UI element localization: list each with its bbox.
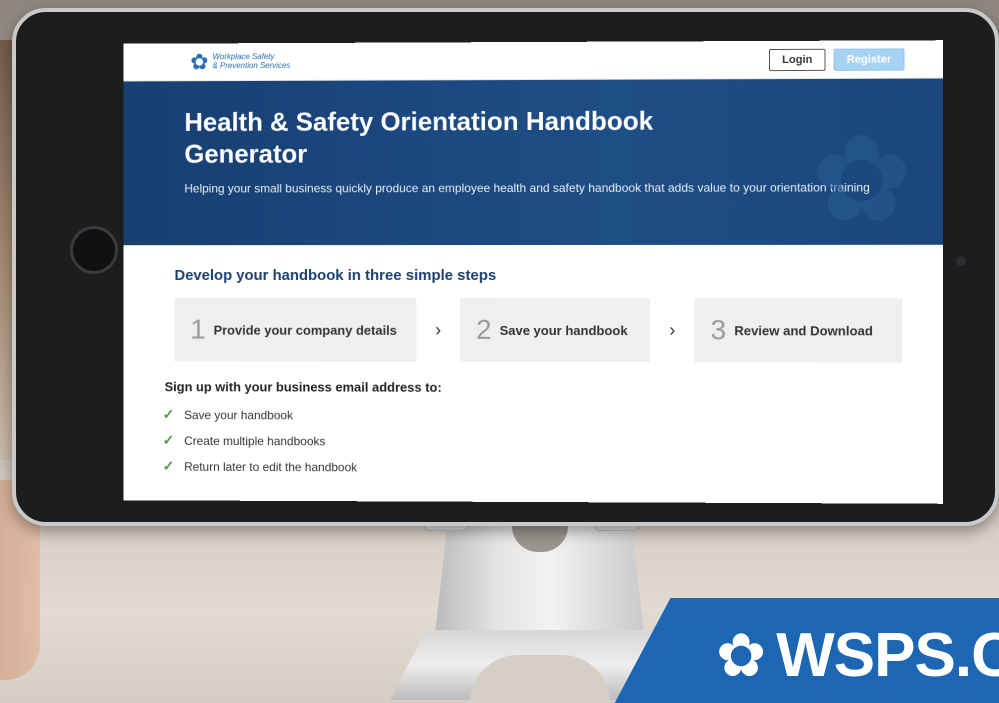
step-1[interactable]: 1 Provide your company details [174,297,417,362]
page-title: Health & Safety Orientation Handbook Gen… [184,105,654,169]
list-item: ✓ Return later to edit the handbook [163,458,943,478]
step-label: Review and Download [734,322,873,338]
trillium-watermark-icon: ✿ [810,111,913,246]
list-item: ✓ Create multiple handbooks [163,432,943,451]
checkmark-icon: ✓ [162,457,175,474]
checkmark-icon: ✓ [162,431,175,448]
brand-banner-content: ✿ WSPS.C [716,625,999,687]
step-2[interactable]: 2 Save your handbook [460,297,651,363]
tablet-screen: ✿ Workplace Safety & Prevention Services… [123,40,944,504]
checkmark-icon: ✓ [162,406,175,422]
chevron-right-icon: › [669,319,676,340]
trillium-logo-icon: ✿ [716,622,767,689]
brand-url: WSPS.C [776,621,999,690]
login-button[interactable]: Login [769,48,826,71]
steps-heading: Develop your handbook in three simple st… [174,267,497,284]
tablet-home-button[interactable] [70,226,118,274]
tablet-device: ✿ Workplace Safety & Prevention Services… [12,8,999,526]
top-navigation: ✿ Workplace Safety & Prevention Services… [123,40,944,82]
main-content: Develop your handbook in three simple st… [123,245,943,478]
hero-banner: ✿ Health & Safety Orientation Handbook G… [123,78,944,246]
trillium-logo-icon: ✿ [190,48,209,74]
tablet-camera [956,256,966,266]
benefits-list: ✓ Save your handbook ✓ Create multiple h… [163,406,943,478]
chevron-right-icon: › [435,319,442,340]
benefit-text: Create multiple handbooks [184,433,326,448]
step-number: 2 [476,313,492,345]
wsps-logo[interactable]: ✿ Workplace Safety & Prevention Services [190,48,291,74]
step-3[interactable]: 3 Review and Download [694,298,903,363]
steps-list: 1 Provide your company details › 2 Save … [174,297,944,363]
step-number: 3 [710,314,727,346]
step-label: Save your handbook [499,322,628,338]
signup-heading: Sign up with your business email address… [164,379,442,395]
list-item: ✓ Save your handbook [163,406,943,425]
benefit-text: Save your handbook [184,407,293,422]
page-subtitle: Helping your small business quickly prod… [184,180,870,196]
auth-buttons: Login Register [769,47,905,71]
benefit-text: Return later to edit the handbook [184,459,358,474]
register-button[interactable]: Register [833,47,905,71]
step-number: 1 [190,313,206,345]
step-label: Provide your company details [213,322,397,338]
logo-text: Workplace Safety & Prevention Services [212,51,291,70]
